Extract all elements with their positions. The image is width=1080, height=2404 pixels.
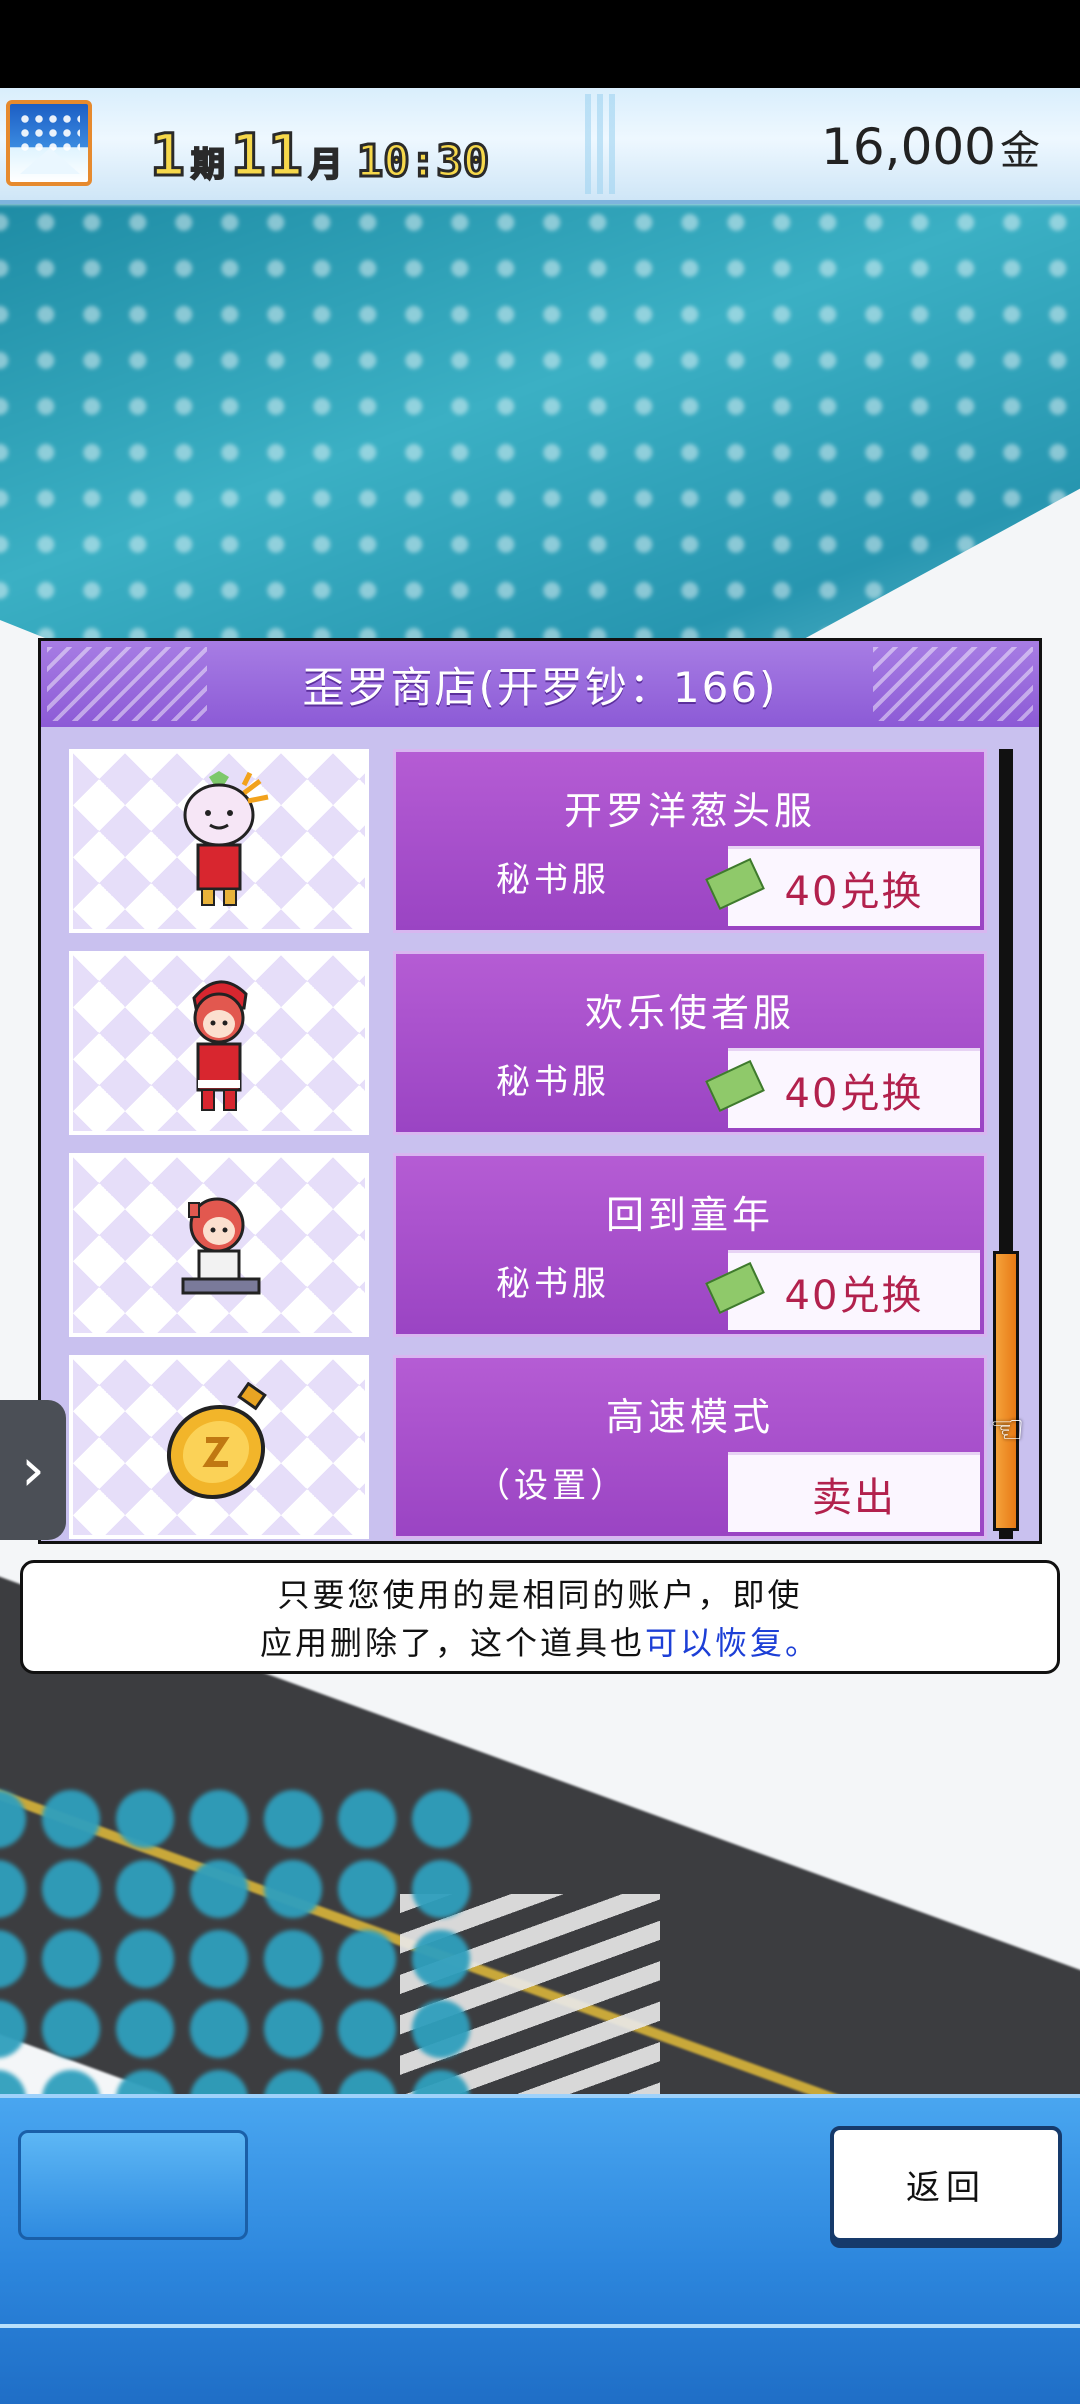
bottom-bar: 返回 [0, 2094, 1080, 2404]
shop-item-row: 回到童年 秘书服 40兑换 [69, 1153, 987, 1337]
scrollbar-thumb[interactable] [993, 1251, 1019, 1531]
item-name: 高速模式 [605, 1395, 774, 1439]
item-card[interactable]: 回到童年 秘书服 40兑换 [393, 1153, 987, 1337]
cash-icon [705, 858, 765, 910]
currency-label: 金 [1000, 128, 1040, 174]
item-thumbnail [69, 951, 369, 1135]
shop-item-row: 开罗洋葱头服 秘书服 40兑换 [69, 749, 987, 933]
game-time: 10:30 [355, 136, 490, 187]
gold-clock-icon [166, 1382, 267, 1500]
item-type: 秘书服 [496, 860, 610, 900]
shop-item-row: 欢乐使者服 秘书服 40兑换 [69, 951, 987, 1135]
shop-panel: 歪罗商店(开罗钞：166) 开罗洋葱头服 秘书服 40兑换 欢乐使者服 秘书服 … [38, 638, 1042, 1544]
onion-outfit-sprite [183, 771, 269, 906]
chevron-right-icon: › [21, 1435, 45, 1505]
bottom-divider [0, 2324, 1080, 2328]
pointing-hand-icon: ☜ [989, 1407, 1025, 1453]
lower-trees [0, 1784, 480, 2094]
back-button[interactable]: 返回 [830, 2126, 1062, 2242]
money-display: 16,000 金 [821, 118, 1040, 176]
info-message-box: 只要您使用的是相同的账户，即使 应用删除了，这个道具也可以恢复。 [20, 1560, 1060, 1674]
title-ornament-left [47, 647, 207, 721]
exchange-button[interactable]: 40兑换 [705, 846, 980, 926]
item-name: 回到童年 [605, 1193, 774, 1237]
item-type: 秘书服 [496, 1062, 610, 1102]
back-label: 返回 [906, 2167, 986, 2208]
exchange-label: 40兑换 [784, 1272, 924, 1319]
month-number: 11 [229, 121, 305, 189]
year-unit: 期 [190, 145, 226, 185]
item-name: 欢乐使者服 [584, 991, 795, 1035]
santa-outfit-sprite [192, 980, 248, 1111]
cash-icon [705, 1262, 765, 1314]
sell-label: 卖出 [812, 1474, 896, 1521]
item-type: 秘书服 [496, 1264, 610, 1304]
top-hud: 1 期 11 月 10:30 16,000 金 [0, 88, 1080, 204]
shop-title-bar: 歪罗商店(开罗钞：166) [41, 641, 1039, 727]
sell-button[interactable]: 卖出 [728, 1452, 980, 1532]
exchange-button[interactable]: 40兑换 [705, 1250, 980, 1330]
item-name: 开罗洋葱头服 [563, 789, 816, 833]
money-amount: 16,000 [821, 118, 996, 176]
side-expand-arrow[interactable]: › [0, 1400, 66, 1540]
child-outfit-sprite [181, 1197, 261, 1295]
restore-link[interactable]: 可以恢复。 [645, 1624, 820, 1662]
status-bar [0, 0, 1080, 88]
empty-left-button[interactable] [18, 2130, 248, 2240]
title-ornament-right [873, 647, 1033, 721]
message-line-1: 只要您使用的是相同的账户，即使 [277, 1576, 803, 1614]
item-card[interactable]: 欢乐使者服 秘书服 40兑换 [393, 951, 987, 1135]
item-card[interactable]: 开罗洋葱头服 秘书服 40兑换 [393, 749, 987, 933]
item-thumbnail [69, 749, 369, 933]
month-unit: 月 [308, 145, 344, 185]
item-thumbnail [69, 1355, 369, 1539]
game-date: 1 期 11 月 10:30 [149, 106, 491, 189]
exchange-button[interactable]: 40兑换 [705, 1048, 980, 1128]
season-snow-icon[interactable] [6, 100, 92, 186]
exchange-label: 40兑换 [784, 1070, 924, 1117]
item-type: （设置） [476, 1466, 628, 1506]
hud-divider [585, 94, 615, 194]
message-text: 应用删除了，这个道具也 [259, 1624, 645, 1662]
shop-item-row: 高速模式 （设置） 卖出 [69, 1355, 987, 1539]
exchange-label: 40兑换 [784, 868, 924, 915]
shop-title: 歪罗商店(开罗钞：166) [302, 662, 778, 712]
item-thumbnail [69, 1153, 369, 1337]
cash-icon [705, 1060, 765, 1112]
year-number: 1 [149, 121, 187, 189]
message-line-2: 应用删除了，这个道具也可以恢复。 [23, 1619, 1057, 1667]
item-card[interactable]: 高速模式 （设置） 卖出 [393, 1355, 987, 1539]
